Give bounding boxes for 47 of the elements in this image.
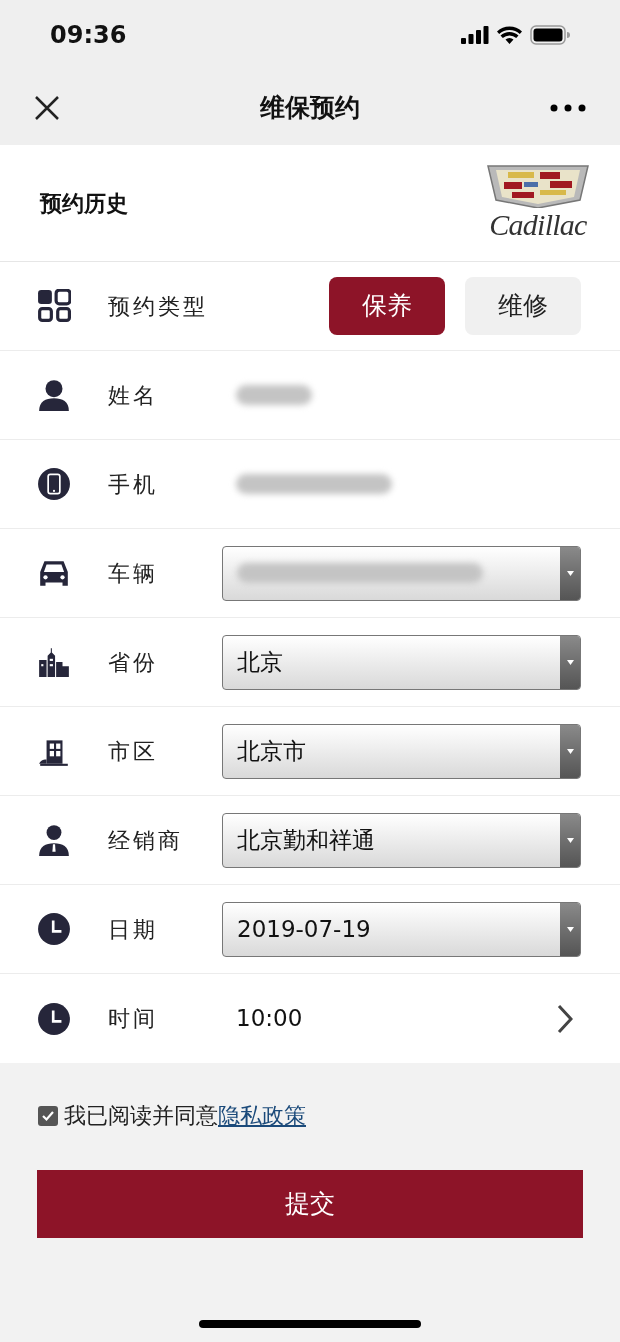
- field-label: 省份: [108, 648, 159, 677]
- brand-wordmark: Cadillac: [489, 208, 587, 242]
- field-label: 经销商: [108, 826, 184, 855]
- buildings-icon: [37, 645, 71, 679]
- close-icon[interactable]: [34, 94, 60, 121]
- phone-icon: [37, 467, 71, 501]
- agreement-text: 我已阅读并同意隐私政策: [64, 1102, 306, 1130]
- caret-icon: [566, 748, 574, 754]
- dropdown[interactable]: 北京市: [222, 723, 581, 779]
- caret-icon: [566, 837, 574, 843]
- dropdown[interactable]: 北京: [222, 634, 581, 690]
- agree-checkbox[interactable]: [38, 1105, 58, 1126]
- page-title: 维保预约: [260, 91, 360, 124]
- more-icon[interactable]: [550, 103, 586, 112]
- field-label: 日期: [108, 915, 159, 944]
- field-label: 预约类型: [108, 292, 208, 321]
- field-label: 姓名: [108, 381, 159, 410]
- caret-icon: [566, 570, 574, 576]
- dropdown-value: 北京勤和祥通: [237, 825, 375, 855]
- dropdown[interactable]: [222, 545, 581, 601]
- dropdown-value: 北京: [237, 647, 283, 677]
- dropdown-value: 北京市: [237, 736, 306, 766]
- person-icon: [37, 378, 71, 412]
- time-value: 10:00: [236, 1004, 303, 1034]
- dropdown-value: 2019-07-19: [237, 914, 371, 944]
- grid-icon: [37, 289, 71, 323]
- history-link[interactable]: 预约历史: [40, 186, 128, 220]
- caret-icon: [566, 926, 574, 932]
- submit-button[interactable]: 提交: [37, 1170, 583, 1238]
- clock-icon: [37, 912, 71, 946]
- battery-icon: [530, 25, 570, 45]
- privacy-policy-link[interactable]: 隐私政策: [218, 1103, 306, 1128]
- businessman-icon: [37, 823, 71, 857]
- field-label: 市区: [108, 737, 159, 766]
- clock-icon: [37, 1001, 71, 1036]
- field-label: 车辆: [108, 559, 159, 588]
- dropdown[interactable]: 北京勤和祥通: [222, 812, 581, 868]
- dropdown[interactable]: 2019-07-19: [222, 901, 581, 957]
- field-label: 时间: [108, 1005, 159, 1033]
- chevron-right-icon[interactable]: [557, 1003, 573, 1034]
- status-time: 09:36: [50, 20, 127, 51]
- type-option[interactable]: 保养: [329, 277, 445, 335]
- signal-icon: [461, 26, 489, 44]
- caret-icon: [566, 659, 574, 665]
- wifi-icon: [497, 26, 522, 44]
- type-option[interactable]: 维修: [465, 277, 581, 335]
- field-label: 手机: [108, 470, 159, 499]
